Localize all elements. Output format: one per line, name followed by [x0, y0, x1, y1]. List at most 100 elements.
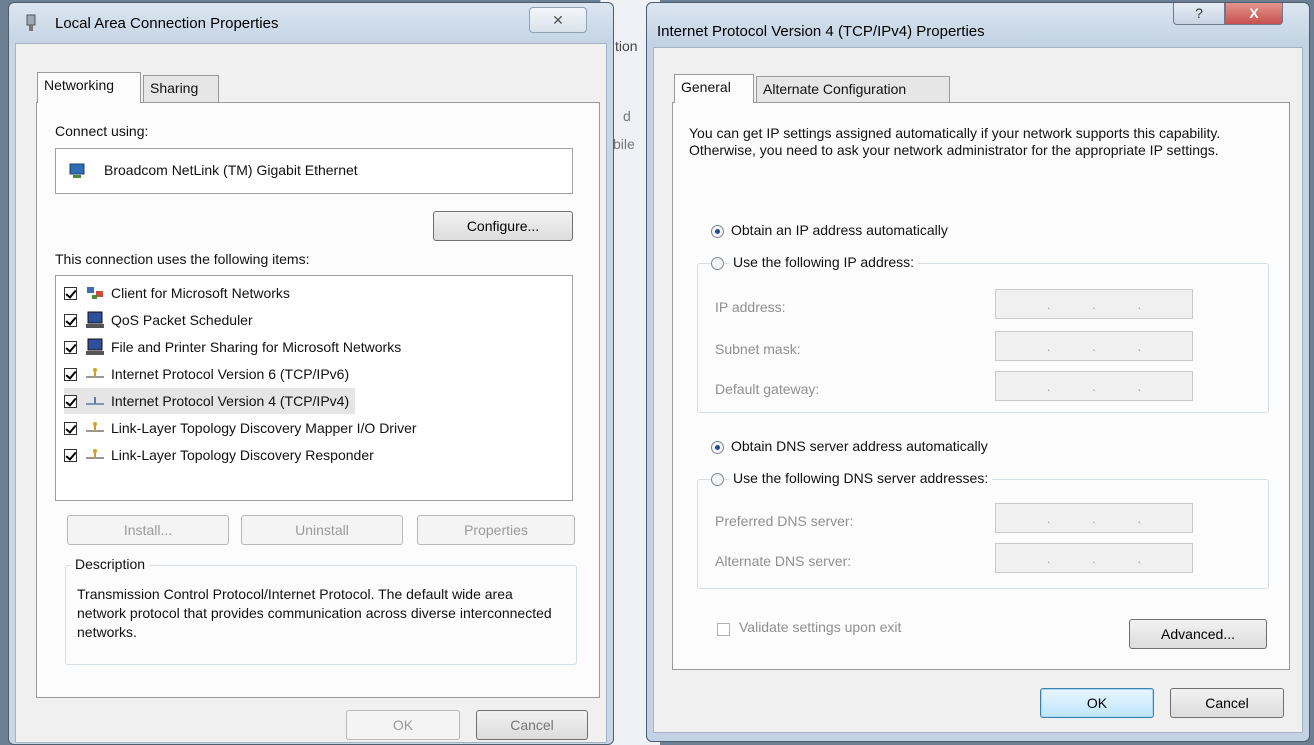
list-item[interactable]: Link-Layer Topology Discovery Mapper I/O… — [64, 415, 417, 441]
item-label: Link-Layer Topology Discovery Mapper I/O… — [111, 420, 417, 436]
dialog-body: Networking Sharing Connect using: Broadc… — [15, 43, 607, 743]
default-gateway-label: Default gateway: — [715, 381, 820, 397]
item-label: File and Printer Sharing for Microsoft N… — [111, 339, 402, 355]
ip-dot: . — [1092, 550, 1096, 566]
item-label: Link-Layer Topology Discovery Responder — [111, 447, 374, 463]
install-button[interactable]: Install... — [67, 515, 229, 545]
service-icon — [85, 338, 105, 356]
ip-dot: . — [1046, 338, 1051, 354]
use-following-ip-label[interactable]: Use the following IP address: — [729, 254, 919, 270]
tab-sharing[interactable]: Sharing — [143, 75, 219, 103]
use-following-ip-radio[interactable] — [711, 257, 724, 270]
advanced-button[interactable]: Advanced... — [1129, 619, 1267, 649]
tab-alternate-configuration[interactable]: Alternate Configuration — [756, 76, 950, 104]
ip-dot: . — [1137, 338, 1142, 354]
preferred-dns-field[interactable]: ... — [995, 503, 1193, 533]
subnet-mask-field[interactable]: ... — [995, 331, 1193, 361]
obtain-dns-auto-radio[interactable] — [711, 441, 724, 454]
ip-dot: . — [1092, 296, 1096, 312]
ok-button[interactable]: OK — [346, 710, 460, 740]
item-checkbox[interactable] — [64, 367, 77, 381]
list-item[interactable]: File and Printer Sharing for Microsoft N… — [64, 334, 401, 360]
item-label: QoS Packet Scheduler — [111, 312, 253, 328]
protocol-icon — [85, 365, 105, 383]
default-gateway-field[interactable]: ... — [995, 371, 1193, 401]
adapter-icon — [68, 161, 88, 184]
ip-address-field[interactable]: ... — [995, 289, 1193, 319]
items-label: This connection uses the following items… — [55, 251, 310, 267]
obtain-ip-auto-label[interactable]: Obtain an IP address automatically — [731, 222, 948, 238]
item-checkbox[interactable] — [64, 448, 77, 462]
close-icon: X — [1249, 5, 1259, 21]
close-icon: ✕ — [552, 12, 564, 28]
window-title: Local Area Connection Properties — [55, 15, 279, 32]
item-checkbox[interactable] — [64, 421, 77, 435]
properties-button[interactable]: Properties — [417, 515, 575, 545]
local-area-connection-properties-window: Local Area Connection Properties ✕ Netwo… — [8, 2, 614, 745]
ip-dot: . — [1092, 378, 1096, 394]
ip-dot: . — [1046, 378, 1051, 394]
background-text-fragment: d — [623, 108, 631, 124]
connect-using-label: Connect using: — [55, 123, 149, 139]
intro-text: You can get IP settings assigned automat… — [689, 125, 1221, 158]
obtain-ip-auto-radio[interactable] — [711, 225, 724, 238]
alternate-dns-field[interactable]: ... — [995, 543, 1193, 573]
configure-button[interactable]: Configure... — [433, 211, 573, 241]
preferred-dns-label: Preferred DNS server: — [715, 513, 854, 529]
network-adapter-icon — [23, 14, 39, 35]
help-icon: ? — [1195, 5, 1203, 21]
item-label: Internet Protocol Version 4 (TCP/IPv4) — [111, 393, 350, 409]
ip-dot: . — [1046, 550, 1051, 566]
ok-button[interactable]: OK — [1040, 688, 1154, 718]
network-client-icon — [85, 284, 105, 302]
title-bar: Internet Protocol Version 4 (TCP/IPv4) P… — [647, 3, 1309, 41]
alternate-dns-label: Alternate DNS server: — [715, 553, 852, 569]
service-icon — [85, 311, 105, 329]
description-title: Description — [71, 556, 150, 572]
close-button[interactable]: ✕ — [529, 7, 587, 33]
list-item[interactable]: Client for Microsoft Networks — [64, 280, 290, 306]
help-button[interactable]: ? — [1173, 3, 1225, 25]
cancel-button[interactable]: Cancel — [1170, 688, 1284, 718]
close-button[interactable]: X — [1225, 3, 1283, 25]
adapter-name: Broadcom NetLink (TM) Gigabit Ethernet — [104, 162, 358, 178]
subnet-mask-label: Subnet mask: — [715, 341, 801, 357]
ip-dot: . — [1137, 550, 1142, 566]
item-checkbox[interactable] — [64, 313, 77, 327]
adapter-box: Broadcom NetLink (TM) Gigabit Ethernet — [55, 148, 573, 194]
general-panel: You can get IP settings assigned automat… — [672, 102, 1290, 670]
list-item[interactable]: QoS Packet Scheduler — [64, 307, 253, 333]
ip-dot: . — [1092, 510, 1096, 526]
obtain-dns-auto-label[interactable]: Obtain DNS server address automatically — [731, 438, 988, 454]
item-checkbox[interactable] — [64, 394, 77, 408]
ip-dot: . — [1046, 510, 1051, 526]
ip-dot: . — [1137, 378, 1142, 394]
items-list[interactable]: Client for Microsoft Networks QoS Packet… — [55, 275, 573, 501]
uninstall-button[interactable]: Uninstall — [241, 515, 403, 545]
background-text-fragment: bile — [613, 136, 635, 152]
validate-settings-checkbox[interactable] — [717, 623, 730, 636]
item-label: Internet Protocol Version 6 (TCP/IPv6) — [111, 366, 350, 382]
item-checkbox[interactable] — [64, 286, 77, 300]
background-text-fragment: tion — [615, 38, 638, 54]
list-item[interactable]: Link-Layer Topology Discovery Responder — [64, 442, 374, 468]
ip-dot: . — [1092, 338, 1096, 354]
validate-settings-label: Validate settings upon exit — [739, 619, 902, 635]
cancel-button[interactable]: Cancel — [476, 710, 588, 740]
list-item-selected[interactable]: Internet Protocol Version 4 (TCP/IPv4) — [64, 388, 356, 414]
item-checkbox[interactable] — [64, 340, 77, 354]
item-label: Client for Microsoft Networks — [111, 285, 290, 301]
ipv4-properties-window: Internet Protocol Version 4 (TCP/IPv4) P… — [646, 2, 1310, 742]
ip-dot: . — [1137, 296, 1142, 312]
use-following-dns-radio[interactable] — [711, 473, 724, 486]
ip-address-label: IP address: — [715, 299, 786, 315]
dialog-body: General Alternate Configuration You can … — [653, 47, 1303, 733]
tab-general[interactable]: General — [674, 74, 754, 103]
tab-networking[interactable]: Networking — [37, 72, 141, 103]
protocol-icon — [85, 446, 105, 464]
ip-dot: . — [1137, 510, 1142, 526]
list-item[interactable]: Internet Protocol Version 6 (TCP/IPv6) — [64, 361, 349, 387]
description-text: Transmission Control Protocol/Internet P… — [77, 586, 552, 640]
use-following-dns-label[interactable]: Use the following DNS server addresses: — [729, 470, 993, 486]
ip-dot: . — [1046, 296, 1051, 312]
